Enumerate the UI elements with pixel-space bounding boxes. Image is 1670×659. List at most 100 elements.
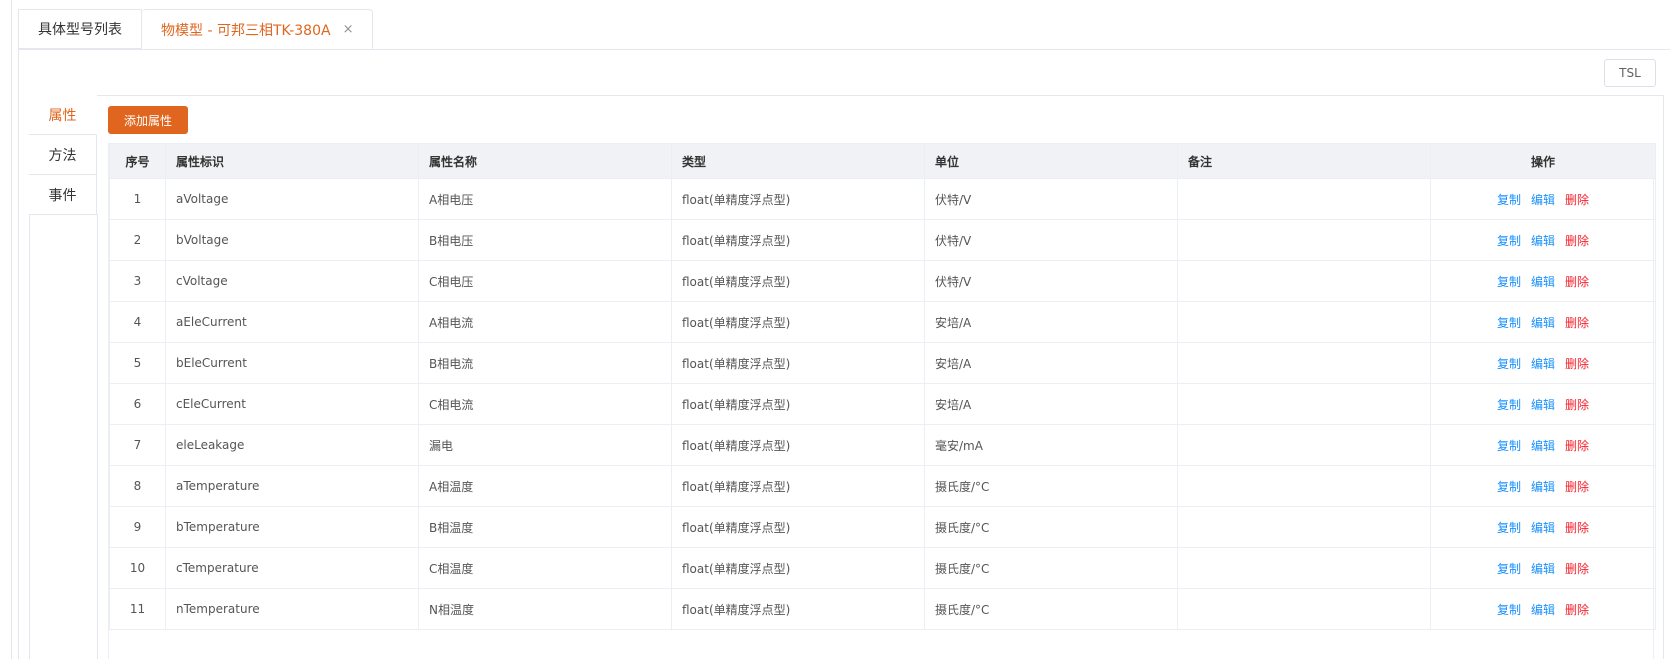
side-tab-methods[interactable]: 方法 [29, 135, 97, 175]
edit-link[interactable]: 编辑 [1531, 234, 1555, 248]
tab-model-list[interactable]: 具体型号列表 [18, 9, 142, 49]
edit-link[interactable]: 编辑 [1531, 357, 1555, 371]
table-row: 3 cVoltage C相电压 float(单精度浮点型) 伏特/V 复制 编辑 删除 [109, 260, 1656, 302]
cell-name: A相电流 [418, 301, 672, 343]
tab-model-list-label: 具体型号列表 [38, 22, 122, 38]
copy-link[interactable]: 复制 [1497, 439, 1521, 453]
cell-name: N相温度 [418, 588, 672, 630]
column-header-unit: 单位 [924, 143, 1178, 179]
delete-link[interactable]: 删除 [1565, 234, 1589, 248]
table-row: 9 bTemperature B相温度 float(单精度浮点型) 摄氏度/°C 复制 编辑… [109, 506, 1656, 548]
cell-no: 10 [109, 547, 166, 589]
column-header-name: 属性名称 [418, 143, 672, 179]
outer-border [11, 0, 12, 659]
cell-unit: 安培/A [924, 383, 1178, 425]
copy-link[interactable]: 复制 [1497, 275, 1521, 289]
cell-unit: 安培/A [924, 342, 1178, 384]
edit-link[interactable]: 编辑 [1531, 398, 1555, 412]
cell-name: A相温度 [418, 465, 672, 507]
copy-link[interactable]: 复制 [1497, 480, 1521, 494]
copy-link[interactable]: 复制 [1497, 357, 1521, 371]
cell-type: float(单精度浮点型) [671, 547, 925, 589]
table-empty-space [109, 629, 1656, 659]
delete-link[interactable]: 删除 [1565, 316, 1589, 330]
copy-link[interactable]: 复制 [1497, 603, 1521, 617]
copy-link[interactable]: 复制 [1497, 316, 1521, 330]
delete-link[interactable]: 删除 [1565, 439, 1589, 453]
delete-link[interactable]: 删除 [1565, 562, 1589, 576]
delete-link[interactable]: 删除 [1565, 357, 1589, 371]
edit-link[interactable]: 编辑 [1531, 521, 1555, 535]
cell-no: 2 [109, 219, 166, 261]
delete-link[interactable]: 删除 [1565, 603, 1589, 617]
copy-link[interactable]: 复制 [1497, 521, 1521, 535]
edit-link[interactable]: 编辑 [1531, 193, 1555, 207]
side-divider [97, 214, 98, 659]
property-table: 序号 属性标识 属性名称 类型 单位 备注 操作 1 aVoltage A相电压 fl… [109, 143, 1656, 659]
cell-name: B相电压 [418, 219, 672, 261]
cell-note [1177, 260, 1431, 302]
edit-link[interactable]: 编辑 [1531, 480, 1555, 494]
copy-link[interactable]: 复制 [1497, 193, 1521, 207]
delete-link[interactable]: 删除 [1565, 275, 1589, 289]
delete-link[interactable]: 删除 [1565, 398, 1589, 412]
cell-note [1177, 506, 1431, 548]
cell-no: 1 [109, 178, 166, 220]
cell-unit: 摄氏度/°C [924, 547, 1178, 589]
top-tab-bar: 具体型号列表 物模型 - 可邦三相TK-380A × [18, 9, 374, 50]
tsl-button[interactable]: TSL [1604, 59, 1656, 87]
cell-name: A相电压 [418, 178, 672, 220]
cell-note [1177, 465, 1431, 507]
copy-link[interactable]: 复制 [1497, 398, 1521, 412]
copy-link[interactable]: 复制 [1497, 562, 1521, 576]
cell-identifier: nTemperature [165, 588, 419, 630]
add-property-button[interactable]: 添加属性 [108, 106, 188, 134]
cell-identifier: bVoltage [165, 219, 419, 261]
cell-type: float(单精度浮点型) [671, 178, 925, 220]
cell-no: 9 [109, 506, 166, 548]
cell-type: float(单精度浮点型) [671, 383, 925, 425]
cell-type: float(单精度浮点型) [671, 219, 925, 261]
cell-unit: 摄氏度/°C [924, 588, 1178, 630]
edit-link[interactable]: 编辑 [1531, 603, 1555, 617]
cell-type: float(单精度浮点型) [671, 506, 925, 548]
table-body: 1 aVoltage A相电压 float(单精度浮点型) 伏特/V 复制 编辑 删除 2 bVo… [109, 178, 1656, 659]
table-row: 10 cTemperature C相温度 float(单精度浮点型) 摄氏度/°C 复制编… [109, 547, 1656, 589]
edit-link[interactable]: 编辑 [1531, 316, 1555, 330]
cell-no: 6 [109, 383, 166, 425]
side-tab-bar: 属性 方法 事件 [29, 95, 97, 215]
edit-link[interactable]: 编辑 [1531, 275, 1555, 289]
cell-name: C相电压 [418, 260, 672, 302]
edit-link[interactable]: 编辑 [1531, 562, 1555, 576]
cell-type: float(单精度浮点型) [671, 424, 925, 466]
cell-actions: 复制 编辑 删除 [1430, 178, 1656, 220]
side-tab-properties[interactable]: 属性 [29, 95, 97, 135]
cell-unit: 摄氏度/°C [924, 465, 1178, 507]
copy-link[interactable]: 复制 [1497, 234, 1521, 248]
cell-name: B相温度 [418, 506, 672, 548]
cell-actions: 复制 编辑 删除 [1430, 219, 1656, 261]
table-row: 7 eleLeakage 漏电 float(单精度浮点型) 毫安/mA 复制 编辑 删除 [109, 424, 1656, 466]
cell-note [1177, 588, 1431, 630]
delete-link[interactable]: 删除 [1565, 521, 1589, 535]
tab-thing-model[interactable]: 物模型 - 可邦三相TK-380A × [142, 9, 374, 50]
cell-note [1177, 424, 1431, 466]
side-tab-events[interactable]: 事件 [29, 175, 97, 215]
delete-link[interactable]: 删除 [1565, 193, 1589, 207]
cell-unit: 伏特/V [924, 219, 1178, 261]
cell-note [1177, 342, 1431, 384]
cell-actions: 复制 编辑 删除 [1430, 588, 1656, 630]
side-tab-methods-label: 方法 [48, 147, 77, 164]
cell-note [1177, 178, 1431, 220]
cell-actions: 复制 编辑 删除 [1430, 424, 1656, 466]
table-row: 11 nTemperature N相温度 float(单精度浮点型) 摄氏度/°C 复制编… [109, 588, 1656, 630]
delete-link[interactable]: 删除 [1565, 480, 1589, 494]
close-icon[interactable]: × [343, 22, 354, 37]
cell-no: 4 [109, 301, 166, 343]
edit-link[interactable]: 编辑 [1531, 439, 1555, 453]
cell-type: float(单精度浮点型) [671, 342, 925, 384]
cell-name: C相电流 [418, 383, 672, 425]
cell-actions: 复制 编辑 删除 [1430, 342, 1656, 384]
table-row: 1 aVoltage A相电压 float(单精度浮点型) 伏特/V 复制 编辑 删除 [109, 178, 1656, 220]
tab-thing-model-label: 物模型 - 可邦三相TK-380A [161, 22, 331, 39]
